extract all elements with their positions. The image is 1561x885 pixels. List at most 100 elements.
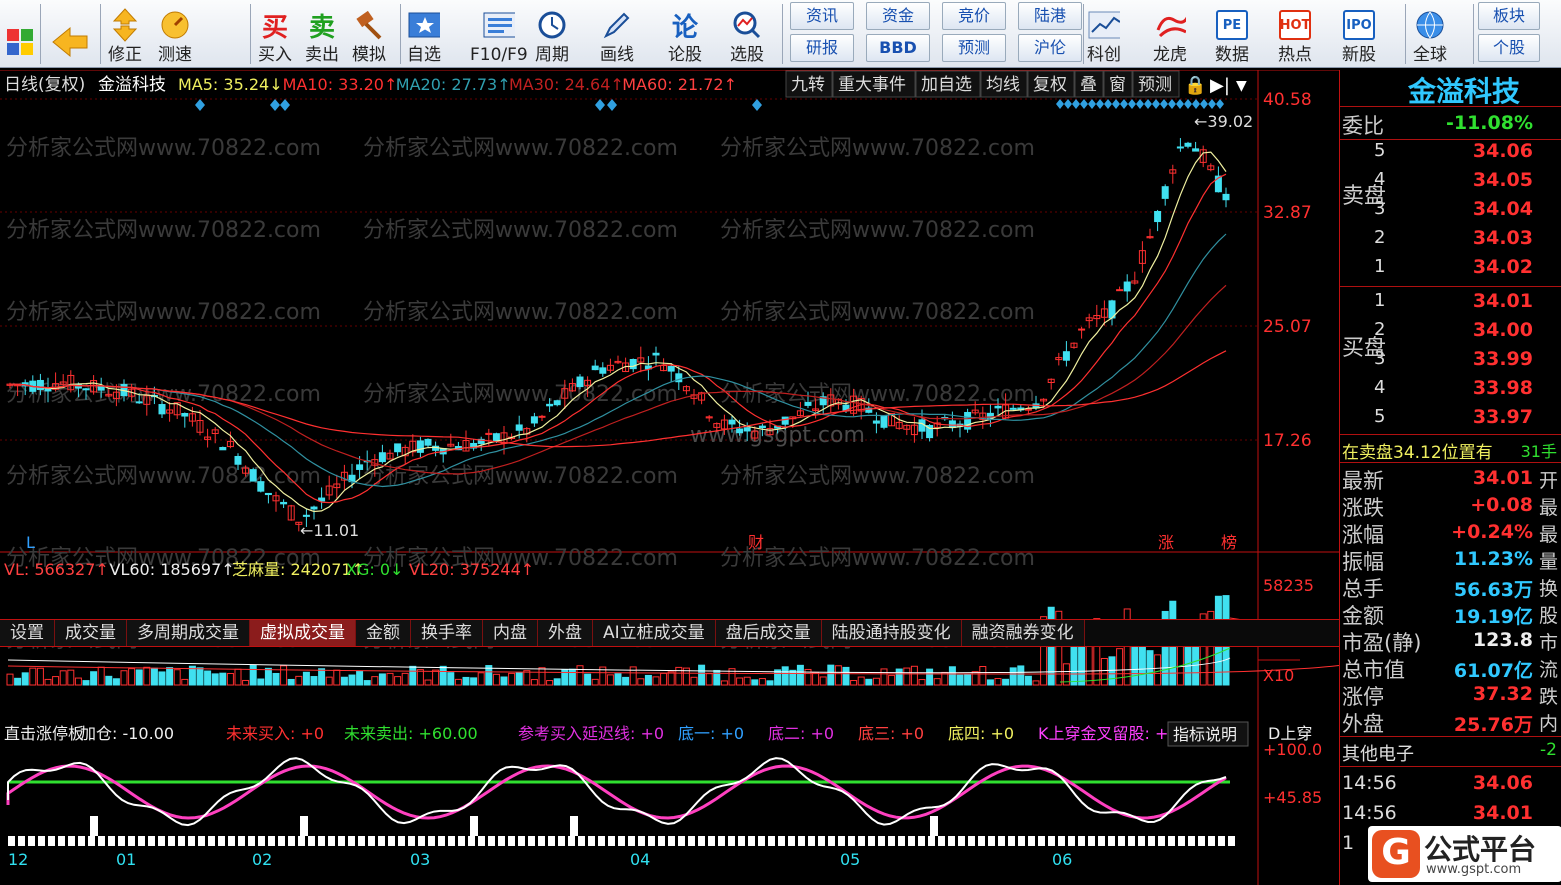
signal-block xyxy=(548,836,555,846)
small-button-3-0[interactable]: 陆港 xyxy=(1018,2,1082,30)
tab-4[interactable]: 金额 xyxy=(356,620,411,646)
tab-3[interactable]: 虚拟成交量 xyxy=(250,620,356,646)
tick-time: 1 xyxy=(1342,832,1355,854)
volume-bar xyxy=(538,667,546,686)
signal-block xyxy=(648,836,655,846)
gavel-button[interactable]: 模拟 xyxy=(352,2,386,66)
volume-bar xyxy=(667,671,675,686)
back-arrow-button[interactable] xyxy=(50,2,90,66)
small-button-0-0[interactable]: 资讯 xyxy=(790,2,854,30)
far-button-0[interactable]: 板块 xyxy=(1478,2,1540,30)
ma-label: MA60: 21.72↑ xyxy=(622,75,737,94)
tab-2[interactable]: 多周期成交量 xyxy=(127,620,250,646)
globe-button[interactable]: 全球 xyxy=(1413,2,1447,66)
buy-side-label: 买盘 xyxy=(1342,336,1387,361)
stat-label: 振幅 xyxy=(1342,550,1384,574)
signal-block xyxy=(1058,836,1065,846)
pen-button[interactable]: 画线 xyxy=(600,2,634,66)
watermark-text: 分析家公式网www.70822.com xyxy=(6,218,321,243)
signal-block xyxy=(98,836,105,846)
candle-body xyxy=(416,440,424,453)
speed-button[interactable]: 测速 xyxy=(158,2,192,66)
tab-0[interactable]: 设置 xyxy=(0,620,55,646)
watermark-text: 分析家公式网www.70822.com xyxy=(6,300,321,325)
low-label: ←11.01 xyxy=(300,521,359,540)
volume-bar xyxy=(1108,656,1116,686)
small-button-1-0[interactable]: 资金 xyxy=(866,2,930,30)
signal-block xyxy=(758,836,765,846)
btn-12-button[interactable]: 论论股 xyxy=(668,2,702,66)
btn-5-button[interactable]: 买买入 xyxy=(258,2,292,66)
select-button[interactable]: 选股 xyxy=(730,2,764,66)
tab-5[interactable]: 换手率 xyxy=(411,620,483,646)
btn-16-button[interactable]: PE 数据 xyxy=(1215,2,1249,66)
f10-button[interactable]: F10/F9 xyxy=(470,2,528,66)
toolbar-separator xyxy=(1083,4,1084,64)
far-button-1[interactable]: 个股 xyxy=(1478,34,1540,62)
candle-body xyxy=(515,424,523,431)
ind-tick: +100.0 xyxy=(1263,740,1322,759)
signal-block xyxy=(458,836,465,846)
candle-body xyxy=(948,420,956,429)
btn-18-button[interactable]: IPO 新股 xyxy=(1342,2,1376,66)
volume-bar xyxy=(150,667,158,686)
d-line xyxy=(7,757,1227,827)
candle-body xyxy=(378,452,386,463)
tab-6[interactable]: 内盘 xyxy=(483,620,538,646)
windows-button[interactable] xyxy=(0,2,40,66)
stock-chart[interactable]: 分析家公式网www.70822.com 分析家公式网www.70822.com 分析… xyxy=(0,70,1339,885)
volume-bar xyxy=(986,679,994,686)
label-icon: IPO xyxy=(1343,10,1375,40)
tab-1[interactable]: 成交量 xyxy=(55,620,127,646)
watermark-text: 分析家公式网www.70822.com xyxy=(6,382,321,407)
small-button-0-1[interactable]: 研报 xyxy=(790,34,854,62)
volume-bar xyxy=(14,677,22,686)
tab-10[interactable]: 陆股通持股变化 xyxy=(821,620,962,646)
stock-title: 金溢科技 xyxy=(1408,75,1521,108)
btn-6-button[interactable]: 卖卖出 xyxy=(305,2,339,66)
signal-block xyxy=(1188,836,1195,846)
tab-8[interactable]: AI立桩成交量 xyxy=(593,620,716,646)
signal-block xyxy=(1008,836,1015,846)
signal-block xyxy=(78,836,85,846)
tab-9[interactable]: 盘后成交量 xyxy=(715,620,822,646)
volume-bar xyxy=(295,675,303,686)
high-label: ←39.02 xyxy=(1194,112,1253,131)
diamond-marker xyxy=(1072,99,1080,109)
volume-bar xyxy=(819,676,827,686)
watermark-text: 分析家公式网www.70822.com xyxy=(363,136,678,161)
month-label: 03 xyxy=(410,850,430,869)
chart-button[interactable]: 科创 xyxy=(1087,2,1121,66)
next-icon: ▶| xyxy=(1210,75,1230,96)
stat-label: 最新 xyxy=(1342,469,1384,493)
candle-body xyxy=(1024,408,1032,411)
toolbar-separator xyxy=(40,4,41,64)
label-icon: PE xyxy=(1216,10,1248,40)
signal-block xyxy=(528,836,535,846)
up-down-arrow-button[interactable]: 修正 xyxy=(108,2,142,66)
stat-value: 34.01 xyxy=(1472,467,1533,489)
signal-block xyxy=(1168,836,1175,846)
volume-bar xyxy=(204,670,212,686)
tick-price: 34.01 xyxy=(1472,802,1533,824)
volume-bar xyxy=(386,672,394,686)
dragon-button[interactable]: 龙虎 xyxy=(1153,2,1187,66)
small-button-3-1[interactable]: 沪伦 xyxy=(1018,34,1082,62)
signal-block xyxy=(1068,836,1075,846)
tab-7[interactable]: 外盘 xyxy=(538,620,593,646)
small-button-2-1[interactable]: 预测 xyxy=(942,34,1006,62)
period-button[interactable]: 周期 xyxy=(535,2,569,66)
price-tick: 40.58 xyxy=(1263,90,1312,110)
volume-bar xyxy=(1100,657,1108,686)
star-button[interactable]: 自选 xyxy=(407,2,441,66)
month-label: 05 xyxy=(840,850,860,869)
signal-block xyxy=(1198,836,1205,846)
tab-11[interactable]: 融资融券变化 xyxy=(961,620,1085,646)
candle-body xyxy=(249,469,257,482)
stat-edge: 量 xyxy=(1539,551,1559,573)
small-button-1-1[interactable]: BBD xyxy=(866,34,930,62)
quote-panel: 金溢科技 委比 -11.08% 5 34.06 4 34.05 3 34.04 2 34.03 1 34… xyxy=(1339,70,1561,885)
candle-body xyxy=(599,367,607,374)
btn-17-button[interactable]: HOT 热点 xyxy=(1278,2,1312,66)
small-button-2-0[interactable]: 竞价 xyxy=(942,2,1006,30)
